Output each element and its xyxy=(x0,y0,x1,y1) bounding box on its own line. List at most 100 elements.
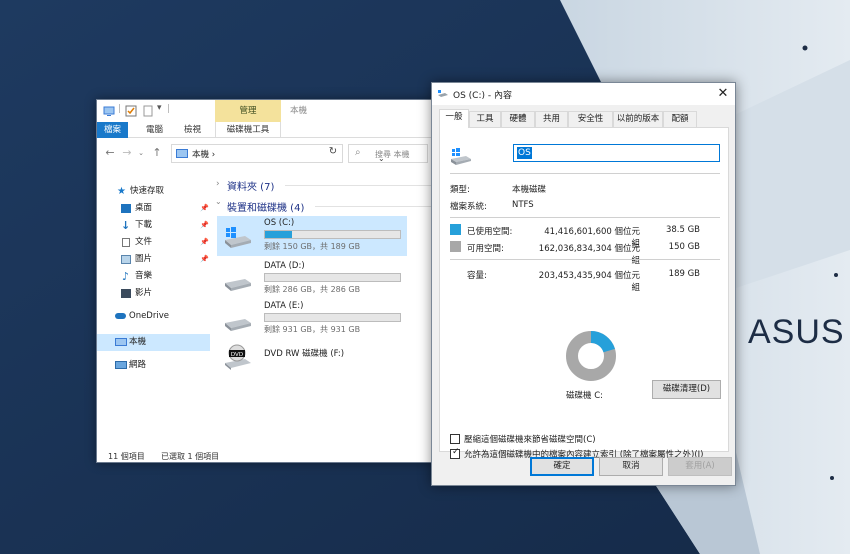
tab-previous-versions[interactable]: 以前的版本 xyxy=(613,111,663,127)
tab-hardware[interactable]: 硬體 xyxy=(501,111,535,127)
index-checkbox[interactable]: ✓ xyxy=(450,447,460,459)
used-space-size: 38.5 GB xyxy=(665,225,700,235)
checkmark-icon: ✓ xyxy=(452,447,460,457)
general-tab-panel: OS 類型: 本機磁碟 檔案系統: NTFS 已使用空間: 41,416,601… xyxy=(439,127,729,460)
back-icon[interactable]: ← xyxy=(103,146,117,160)
used-space-swatch xyxy=(450,224,461,235)
drive-item-f[interactable]: DVD DVD RW 磁碟機 (F:) xyxy=(217,341,407,379)
nav-label: 音樂 xyxy=(135,271,153,281)
system-drive-icon xyxy=(225,227,251,248)
nav-item-desktop[interactable]: 桌面 📌 xyxy=(97,200,210,217)
address-bar[interactable]: 本機 › ⌄ xyxy=(171,144,385,163)
drive-item-e[interactable]: DATA (E:) 剩餘 931 GB，共 931 GB xyxy=(217,299,407,337)
item-count: 11 個項目 xyxy=(108,452,145,461)
nav-item-pictures[interactable]: 圖片 📌 xyxy=(97,251,210,268)
tab-view[interactable]: 檢視 xyxy=(177,122,208,138)
drive-usage-fill xyxy=(265,231,292,238)
drive-tools-context-group: 管理 磁碟機工具 xyxy=(215,100,281,138)
drive-free-space: 剩餘 150 GB，共 189 GB xyxy=(264,242,361,251)
compress-checkbox[interactable] xyxy=(450,434,460,444)
tab-computer[interactable]: 電腦 xyxy=(139,122,170,138)
drive-item-c[interactable]: OS (C:) 剩餘 150 GB，共 189 GB xyxy=(217,216,407,256)
nav-item-videos[interactable]: 影片 xyxy=(97,285,210,302)
desktop-icon xyxy=(121,204,131,213)
separator xyxy=(450,217,720,218)
new-folder-icon[interactable] xyxy=(142,105,154,117)
tab-general[interactable]: 一般 xyxy=(439,109,469,128)
capacity-size: 189 GB xyxy=(668,269,700,279)
pin-icon: 📌 xyxy=(200,238,209,246)
pin-icon: 📌 xyxy=(200,204,209,212)
nav-label: 圖片 xyxy=(135,254,153,264)
type-value: 本機磁碟 xyxy=(512,185,547,195)
search-icon: ⌕ xyxy=(355,147,361,158)
group-header-folders[interactable]: 資料夾 (7) xyxy=(227,178,274,193)
filesystem-label: 檔案系統: xyxy=(450,202,487,212)
disk-cleanup-button[interactable]: 磁碟清理(D) xyxy=(652,380,721,399)
type-label: 類型: xyxy=(450,185,470,195)
drive-properties-dialog[interactable]: OS (C:) - 內容 ✕ 一般 工具 硬體 共用 安全性 以前的版本 配額 … xyxy=(431,82,736,486)
document-icon xyxy=(122,238,130,247)
file-explorer-window[interactable]: | ▾ | 本機 檔案 電腦 檢視 管理 磁碟機工具 ← → ⌄ ↑ 本機 › … xyxy=(96,99,436,463)
cancel-button[interactable]: 取消 xyxy=(599,457,663,476)
drive-item-d[interactable]: DATA (D:) 剩餘 286 GB，共 286 GB xyxy=(217,259,407,297)
dialog-title: OS (C:) - 內容 xyxy=(453,91,512,101)
tab-sharing[interactable]: 共用 xyxy=(535,111,568,127)
computer-icon xyxy=(176,149,188,158)
apply-button[interactable]: 套用(A) xyxy=(668,457,732,476)
separator xyxy=(450,173,720,174)
tab-file[interactable]: 檔案 xyxy=(97,122,129,138)
close-icon[interactable]: ✕ xyxy=(714,85,732,103)
computer-icon xyxy=(115,338,127,346)
used-space-label: 已使用空間: xyxy=(467,227,513,237)
computer-icon[interactable] xyxy=(103,105,115,117)
window-title: 本機 xyxy=(290,106,308,116)
tab-quota[interactable]: 配額 xyxy=(663,111,697,127)
dialog-titlebar[interactable]: OS (C:) - 內容 ✕ xyxy=(432,83,735,105)
status-bar: 11 個項目 已選取 1 個項目 xyxy=(97,449,435,462)
properties-icon[interactable] xyxy=(125,105,137,117)
refresh-icon[interactable]: ↻ xyxy=(326,146,340,157)
drive-usage-bar xyxy=(264,230,401,239)
tab-drive-tools[interactable]: 磁碟機工具 xyxy=(215,122,281,138)
picture-icon xyxy=(121,255,131,264)
tab-tools[interactable]: 工具 xyxy=(469,111,501,127)
address-bar-row: ← → ⌄ ↑ 本機 › ⌄ ↻ ⌕ 搜尋 本機 xyxy=(97,139,435,167)
volume-label-input[interactable]: OS xyxy=(513,144,720,162)
star-icon: ★ xyxy=(117,186,126,197)
hard-drive-icon xyxy=(225,319,251,331)
nav-item-downloads[interactable]: ↓ 下載 📌 xyxy=(97,217,210,234)
nav-label: 快速存取 xyxy=(130,186,165,196)
volume-label-value: OS xyxy=(517,147,532,159)
nav-item-this-pc[interactable]: 本機 xyxy=(97,334,210,351)
qat-dropdown-icon[interactable]: ▾ xyxy=(157,103,162,113)
nav-item-network[interactable]: 網路 xyxy=(97,357,210,374)
nav-label: 桌面 xyxy=(135,203,153,213)
compress-label[interactable]: 壓縮這個磁碟機來節省磁碟空間(C) xyxy=(464,433,596,445)
drive-letter-label: 磁碟機 C: xyxy=(566,391,604,401)
recent-locations-icon[interactable]: ⌄ xyxy=(134,146,148,160)
group-divider xyxy=(315,206,431,207)
ok-button[interactable]: 確定 xyxy=(530,457,594,476)
qat-divider: | xyxy=(118,104,122,114)
collapse-chevron-icon[interactable]: ⌄ xyxy=(215,197,222,206)
drive-usage-bar xyxy=(264,273,401,282)
navigation-pane: ★ 快速存取 桌面 📌 ↓ 下載 📌 文件 📌 圖片 📌 ♪ 音樂 影片 One… xyxy=(97,178,210,438)
forward-icon[interactable]: → xyxy=(120,146,134,160)
search-input[interactable]: ⌕ 搜尋 本機 xyxy=(348,144,428,163)
group-header-devices[interactable]: 裝置和磁碟機 (4) xyxy=(227,199,304,214)
nav-item-documents[interactable]: 文件 📌 xyxy=(97,234,210,251)
nav-label: 下載 xyxy=(135,220,153,230)
breadcrumb[interactable]: 本機 › xyxy=(192,148,215,160)
drive-free-space: 剩餘 286 GB，共 286 GB xyxy=(264,285,361,294)
nav-item-quick-access[interactable]: ★ 快速存取 xyxy=(97,183,210,200)
qat-divider: | xyxy=(167,104,171,114)
up-icon[interactable]: ↑ xyxy=(150,146,164,160)
nav-item-onedrive[interactable]: OneDrive xyxy=(97,308,210,325)
pin-icon: 📌 xyxy=(200,221,209,229)
drive-name: DATA (D:) xyxy=(264,261,305,271)
nav-item-music[interactable]: ♪ 音樂 xyxy=(97,268,210,285)
expand-chevron-icon[interactable]: › xyxy=(216,179,220,189)
svg-text:DVD: DVD xyxy=(231,352,243,358)
tab-security[interactable]: 安全性 xyxy=(568,111,613,127)
